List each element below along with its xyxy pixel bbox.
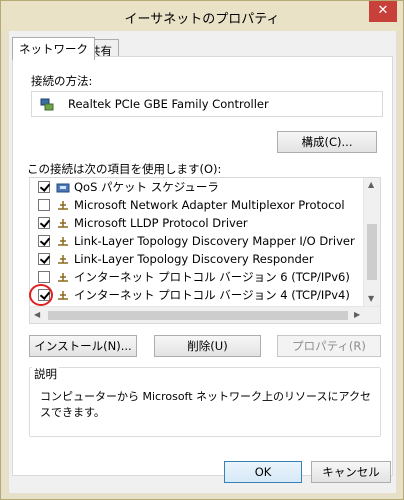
protocol-icon — [58, 201, 68, 210]
cancel-button[interactable]: キャンセル — [311, 461, 391, 483]
title-bar[interactable]: イーサネットのプロパティ ✕ — [1, 1, 403, 31]
window-title: イーサネットのプロパティ — [124, 12, 280, 27]
scroll-right-icon[interactable]: ▶ — [354, 310, 360, 319]
scroll-down-icon[interactable]: ▼ — [368, 294, 374, 303]
description-group: 説明 コンピューターから Microsoft ネットワーク上のリソースにアクセス… — [29, 366, 381, 437]
item-label: Link-Layer Topology Discovery Responder — [74, 252, 314, 266]
list-item-lltd-responder[interactable]: Link-Layer Topology Discovery Responder — [30, 250, 362, 268]
item-label: インターネット プロトコル バージョン 6 (TCP/IPv6) — [74, 270, 350, 284]
checkbox[interactable] — [38, 235, 50, 247]
dialog-body: ネットワーク 共有 接続の方法: Realtek PCIe GBE Family… — [9, 31, 396, 493]
properties-dialog: イーサネットのプロパティ ✕ ネットワーク 共有 接続の方法: Realtek … — [0, 0, 404, 500]
vertical-scroll-thumb[interactable] — [367, 224, 377, 280]
list-item-multiplexor[interactable]: Microsoft Network Adapter Multiplexor Pr… — [30, 196, 362, 214]
network-adapter-icon — [40, 98, 54, 111]
item-label: インターネット プロトコル バージョン 4 (TCP/IPv4) — [74, 288, 350, 302]
description-text: コンピューターから Microsoft ネットワーク上のリソースにアクセスできま… — [40, 390, 371, 419]
network-tab-panel: 接続の方法: Realtek PCIe GBE Family Controlle… — [12, 56, 393, 476]
scroll-up-icon[interactable]: ▲ — [368, 180, 374, 189]
description-label: 説明 — [32, 366, 59, 382]
list-item-ipv4[interactable]: インターネット プロトコル バージョン 4 (TCP/IPv4) — [30, 286, 362, 304]
protocol-icon — [58, 237, 68, 246]
item-label: QoS パケット スケジューラ — [74, 180, 219, 194]
protocol-icon — [58, 291, 68, 300]
adapter-field: Realtek PCIe GBE Family Controller — [31, 91, 383, 117]
list-item-ipv6[interactable]: インターネット プロトコル バージョン 6 (TCP/IPv6) — [30, 268, 362, 286]
qos-icon — [56, 183, 70, 193]
connection-label: 接続の方法: — [31, 74, 93, 88]
ipv6-highlight-circle — [29, 284, 53, 306]
item-label: Microsoft LLDP Protocol Driver — [74, 216, 248, 230]
scroll-left-icon[interactable]: ◀ — [34, 310, 40, 319]
install-button[interactable]: インストール(N)... — [29, 335, 137, 357]
list-item-lltd-mapper[interactable]: Link-Layer Topology Discovery Mapper I/O… — [30, 232, 362, 250]
list-item-lldp[interactable]: Microsoft LLDP Protocol Driver — [30, 214, 362, 232]
components-list[interactable]: QoS パケット スケジューラ Microsoft Network Adapte… — [29, 177, 381, 324]
checkbox[interactable] — [38, 253, 50, 265]
item-label: Link-Layer Topology Discovery Mapper I/O… — [74, 234, 355, 248]
checkbox[interactable] — [38, 217, 50, 229]
items-label: この接続は次の項目を使用します(O): — [27, 162, 222, 176]
list-item-qos[interactable]: QoS パケット スケジューラ — [30, 178, 362, 196]
ok-button[interactable]: OK — [224, 461, 302, 483]
item-label: Microsoft Network Adapter Multiplexor Pr… — [74, 198, 345, 212]
checkbox[interactable] — [38, 181, 50, 193]
close-button[interactable]: ✕ — [369, 1, 397, 22]
horizontal-scrollbar[interactable]: ◀ ▶ — [30, 306, 380, 323]
tab-network[interactable]: ネットワーク — [12, 37, 95, 60]
checkbox[interactable] — [38, 271, 50, 283]
uninstall-button[interactable]: 削除(U) — [154, 335, 261, 357]
horizontal-scroll-thumb[interactable] — [48, 311, 348, 320]
properties-button[interactable]: プロパティ(R) — [277, 335, 381, 357]
protocol-icon — [58, 219, 68, 228]
adapter-name: Realtek PCIe GBE Family Controller — [68, 97, 269, 111]
protocol-icon — [58, 273, 68, 282]
checkbox[interactable] — [38, 199, 50, 211]
tab-network-label: ネットワーク — [19, 42, 88, 56]
vertical-scrollbar[interactable]: ▲ ▼ — [363, 178, 380, 306]
protocol-icon — [58, 255, 68, 264]
configure-button[interactable]: 構成(C)... — [277, 131, 377, 153]
